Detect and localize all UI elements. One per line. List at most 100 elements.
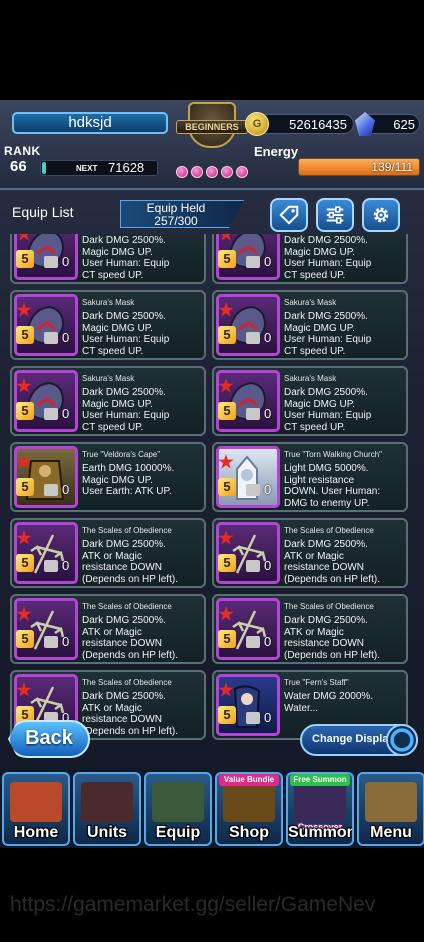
lock-icon [44,636,58,648]
rarity-badge: 5 [218,326,236,344]
equip-card[interactable]: 50Sakura's MaskDark DMG 2500%. Magic DMG… [212,366,408,436]
beginners-emblem[interactable]: BEGINNERS [176,102,248,178]
nav-summon[interactable]: Free Summon Crossover Summon [286,772,354,846]
lock-icon [246,636,260,648]
equip-card[interactable]: 50Sakura's MaskDark DMG 2500%. Magic DMG… [212,234,408,284]
equip-grid[interactable]: 5 0 Sakura's Mask Dark DMG 2500%. Magic DMG… [10,234,414,754]
enhance-count: 0 [264,482,272,497]
equip-title: The Scales of Obedience [82,678,172,687]
nav-units[interactable]: Units [73,772,141,846]
equip-icon [152,782,204,822]
energy-value: 139/111 [371,160,413,174]
equip-description: Dark DMG 2500%. ATK or Magic resistance … [82,539,178,585]
lock-icon [44,332,58,344]
equip-card[interactable]: 5 0 Sakura's Mask Dark DMG 2500%. Magic DMG… [10,366,206,436]
equip-description: Dark DMG 2500%. ATK or Magic resistance … [284,539,380,585]
nav-label: Menu [370,824,412,841]
equip-list-label: Equip List [12,204,74,220]
equip-title: Sakura's Mask [284,374,337,383]
home-icon [10,782,62,822]
equip-held-value: 257/300 [154,214,198,228]
equip-description: Dark DMG 2500%. Magic DMG UP. User Human… [82,235,170,281]
equip-description: Dark DMG 2500%. Magic DMG UP. User Human… [82,311,170,357]
next-exp-value: 71628 [108,160,145,175]
nav-label: Units [87,824,127,841]
rarity-badge: 5 [218,706,236,724]
equip-card[interactable]: 5 0 The Scales of Obedience Dark DMG 2500%.… [212,518,408,588]
nav-label: Summon [288,824,354,841]
enhance-count: 0 [264,634,272,649]
swirl-icon [386,724,418,756]
enhance-count: 0 [264,710,272,725]
crystal-icon [355,112,375,136]
settings-button[interactable] [362,198,400,232]
change-display-button[interactable]: Change Display [300,724,418,756]
rarity-badge: 5 [218,478,236,496]
energy-bar[interactable]: 139/111 [298,158,420,176]
equip-card[interactable]: 50Sakura's MaskDark DMG 2500%. Magic DMG… [10,234,206,284]
gold-value: 52616435 [289,117,347,132]
equip-description: Water DMG 2000%. Water... [284,691,374,714]
player-header: hdksjd BEGINNERS G 52616435 625 RANK 66 … [0,100,424,190]
watermark-text: https://gamemarket.gg/seller/GameNev [10,893,376,916]
equip-description: Dark DMG 2500%. Magic DMG UP. User Human… [82,387,170,433]
tag-icon [279,205,299,225]
enhance-count: 0 [264,254,272,269]
summon-icon [294,782,346,822]
gem-icon [221,166,233,178]
equip-title: The Scales of Obedience [284,526,374,535]
rarity-badge: 5 [16,250,34,268]
gem-icon [191,166,203,178]
nav-label: Shop [229,824,269,841]
equip-card[interactable]: 5 0 True "Torn Walking Church" Light DMG 50… [212,442,408,512]
bottom-nav: Home Units Equip Value Bundle Shop Free Summo… [0,770,424,848]
equip-title: Sakura's Mask [82,374,135,383]
rank-label: RANK [4,144,41,158]
shop-icon [223,782,275,822]
equip-description: Dark DMG 2500%. ATK or Magic resistance … [284,615,380,661]
equip-title: True "Fern's Staff" [284,678,349,687]
nav-label: Home [13,824,59,841]
equip-card[interactable]: 50Sakura's MaskDark DMG 2500%. Magic DMG… [10,290,206,360]
change-display-label: Change Display [312,733,395,745]
equip-card[interactable]: 5 0 True "Veldora's Cape" Earth DMG 10000%.… [10,442,206,512]
equip-title: The Scales of Obedience [82,526,172,535]
enhance-count: 0 [264,330,272,345]
rarity-badge: 5 [16,554,34,572]
nav-label: Equip [155,824,201,841]
nav-shop[interactable]: Value Bundle Shop [215,772,283,846]
nav-home[interactable]: Home [2,772,70,846]
rarity-badge: 5 [218,250,236,268]
lock-icon [44,560,58,572]
nav-menu[interactable]: Menu [357,772,424,846]
lock-icon [44,408,58,420]
tag-filter-button[interactable] [270,198,308,232]
next-label: NEXT [76,164,98,173]
nav-equip[interactable]: Equip [144,772,212,846]
equip-card[interactable]: 5 0 The Scales of Obedience Dark DMG 2500%.… [10,594,206,664]
sort-button[interactable] [316,198,354,232]
equip-card[interactable]: 5 0 The Scales of Obedience Dark DMG 2500%.… [10,518,206,588]
rarity-badge: 5 [16,630,34,648]
energy-label: Energy [254,144,299,159]
equip-description: Light DMG 5000%. Light resistance DOWN. … [284,463,381,509]
rank-value: 66 [10,158,27,175]
player-name[interactable]: hdksjd [12,112,168,134]
rarity-badge: 5 [16,402,34,420]
equip-title: The Scales of Obedience [82,602,172,611]
back-button[interactable]: Back [8,720,90,758]
lock-icon [246,484,260,496]
rarity-badge: 5 [218,630,236,648]
lacrima-counter[interactable]: 625 [355,112,420,136]
gem-icon [176,166,188,178]
equip-card[interactable]: 50Sakura's MaskDark DMG 2500%. Magic DMG… [212,290,408,360]
lock-icon [44,256,58,268]
enhance-count: 0 [62,406,70,421]
rarity-badge: 5 [218,554,236,572]
equip-toolbar: Equip List Equip Held 257/300 [0,198,424,234]
equip-card[interactable]: 5 0 The Scales of Obedience Dark DMG 2500%.… [212,594,408,664]
enhance-count: 0 [264,406,272,421]
enhance-count: 0 [62,482,70,497]
enhance-count: 0 [264,558,272,573]
equip-title: Sakura's Mask [82,298,135,307]
